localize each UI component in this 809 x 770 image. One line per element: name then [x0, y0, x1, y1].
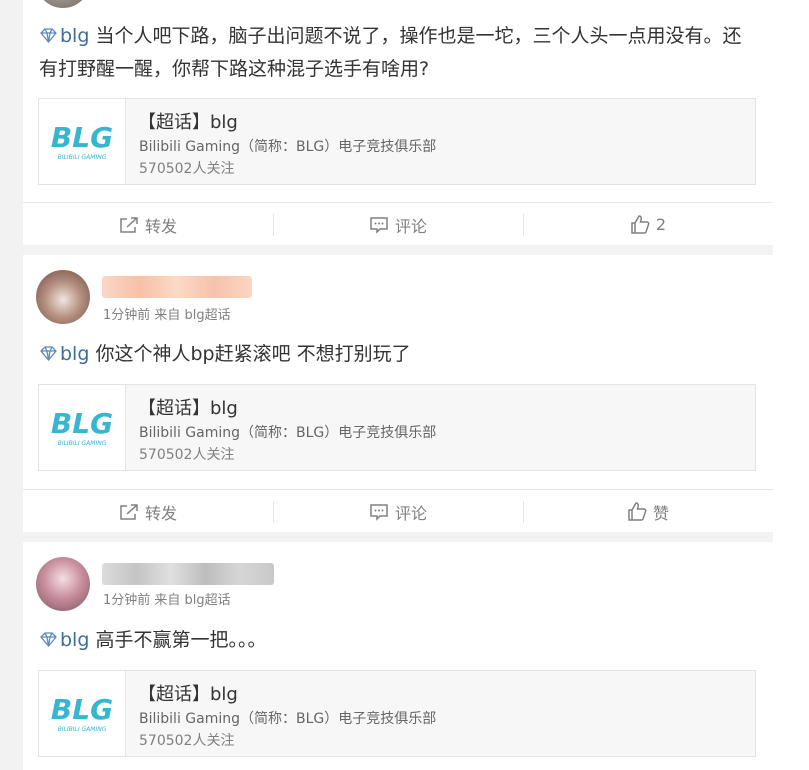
thumbs-up-icon	[631, 215, 650, 234]
diamond-icon	[40, 28, 57, 43]
supertopic-title[interactable]: 【超话】blg	[138, 394, 238, 420]
blg-logo-subtext: BILIBILI GAMING	[58, 440, 107, 447]
like-label: 赞	[652, 503, 669, 523]
supertopic-followers: 570502人关注	[139, 733, 235, 749]
supertopic-desc: Bilibili Gaming（简称：BLG）电子竞技俱乐部	[139, 711, 437, 727]
blg-logo-text: BLG	[51, 693, 113, 726]
post-body: 高手不赢第一把。。。	[89, 629, 267, 651]
supertopic-card[interactable]: BLG BILIBILI GAMING 【超话】blg Bilibili Gam…	[38, 384, 756, 471]
topic-tag[interactable]: blg	[39, 25, 89, 47]
post-text: blg 你这个神人bp赶紧滚吧 不想打别玩了	[39, 338, 757, 371]
right-side-strip	[773, 0, 809, 770]
comment-button[interactable]: 评论	[273, 203, 523, 246]
post-body: 当个人吧下路，脑子出问题不说了，操作也是一坨，三个人头一点用没有。还有打野醒一醒…	[39, 25, 742, 80]
avatar[interactable]	[36, 270, 90, 324]
blg-logo-text: BLG	[51, 121, 113, 154]
post-text: blg 高手不赢第一把。。。	[39, 624, 757, 657]
post-card: blg 当个人吧下路，脑子出问题不说了，操作也是一坨，三个人头一点用没有。还有打…	[23, 0, 773, 245]
username-redacted[interactable]	[102, 563, 274, 585]
avatar[interactable]	[36, 0, 90, 8]
comment-label: 评论	[394, 503, 427, 523]
topic-tag[interactable]: blg	[39, 629, 89, 651]
blg-logo-text: BLG	[51, 407, 113, 440]
like-button[interactable]: 2	[523, 203, 773, 246]
share-icon	[120, 503, 138, 520]
post-text: blg 当个人吧下路，脑子出问题不说了，操作也是一坨，三个人头一点用没有。还有打…	[39, 20, 757, 86]
supertopic-desc: Bilibili Gaming（简称：BLG）电子竞技俱乐部	[139, 139, 437, 155]
thumbs-up-icon	[628, 502, 647, 521]
post-meta: 1分钟前 来自 blg超话	[103, 593, 231, 608]
comment-icon	[370, 216, 388, 234]
repost-label: 转发	[144, 503, 177, 523]
blg-logo-subtext: BILIBILI GAMING	[58, 726, 107, 733]
like-button[interactable]: 赞	[523, 490, 773, 533]
repost-button[interactable]: 转发	[23, 490, 273, 533]
topic-tag[interactable]: blg	[39, 343, 89, 365]
supertopic-title[interactable]: 【超话】blg	[138, 680, 238, 706]
post-card: 1分钟前 来自 blg超话 blg 你这个神人bp赶紧滚吧 不想打别玩了 BLG…	[23, 255, 773, 532]
username-redacted[interactable]	[102, 276, 252, 298]
post-body: 你这个神人bp赶紧滚吧 不想打别玩了	[89, 343, 411, 365]
supertopic-followers: 570502人关注	[139, 161, 235, 177]
supertopic-card[interactable]: BLG BILIBILI GAMING 【超话】blg Bilibili Gam…	[38, 670, 756, 757]
comment-label: 评论	[394, 216, 427, 236]
comment-button[interactable]: 评论	[273, 490, 523, 533]
blg-logo: BLG BILIBILI GAMING	[39, 385, 126, 470]
avatar[interactable]	[36, 557, 90, 611]
action-bar: 转发 评论 赞	[23, 489, 773, 533]
blg-logo: BLG BILIBILI GAMING	[39, 671, 126, 756]
supertopic-card[interactable]: BLG BILIBILI GAMING 【超话】blg Bilibili Gam…	[38, 98, 756, 185]
share-icon	[120, 216, 138, 233]
diamond-icon	[40, 632, 57, 647]
comment-icon	[370, 503, 388, 521]
blg-logo-subtext: BILIBILI GAMING	[58, 154, 107, 161]
post-meta: 1分钟前 来自 blg超话	[103, 308, 231, 323]
supertopic-followers: 570502人关注	[139, 447, 235, 463]
like-count: 2	[655, 215, 667, 234]
diamond-icon	[40, 346, 57, 361]
blg-logo: BLG BILIBILI GAMING	[39, 99, 126, 184]
supertopic-title[interactable]: 【超话】blg	[138, 108, 238, 134]
action-bar: 转发 评论 2	[23, 202, 773, 246]
post-card: 1分钟前 来自 blg超话 blg 高手不赢第一把。。。 BLG BILIBIL…	[23, 542, 773, 770]
repost-button[interactable]: 转发	[23, 203, 273, 246]
supertopic-desc: Bilibili Gaming（简称：BLG）电子竞技俱乐部	[139, 425, 437, 441]
repost-label: 转发	[144, 216, 177, 236]
